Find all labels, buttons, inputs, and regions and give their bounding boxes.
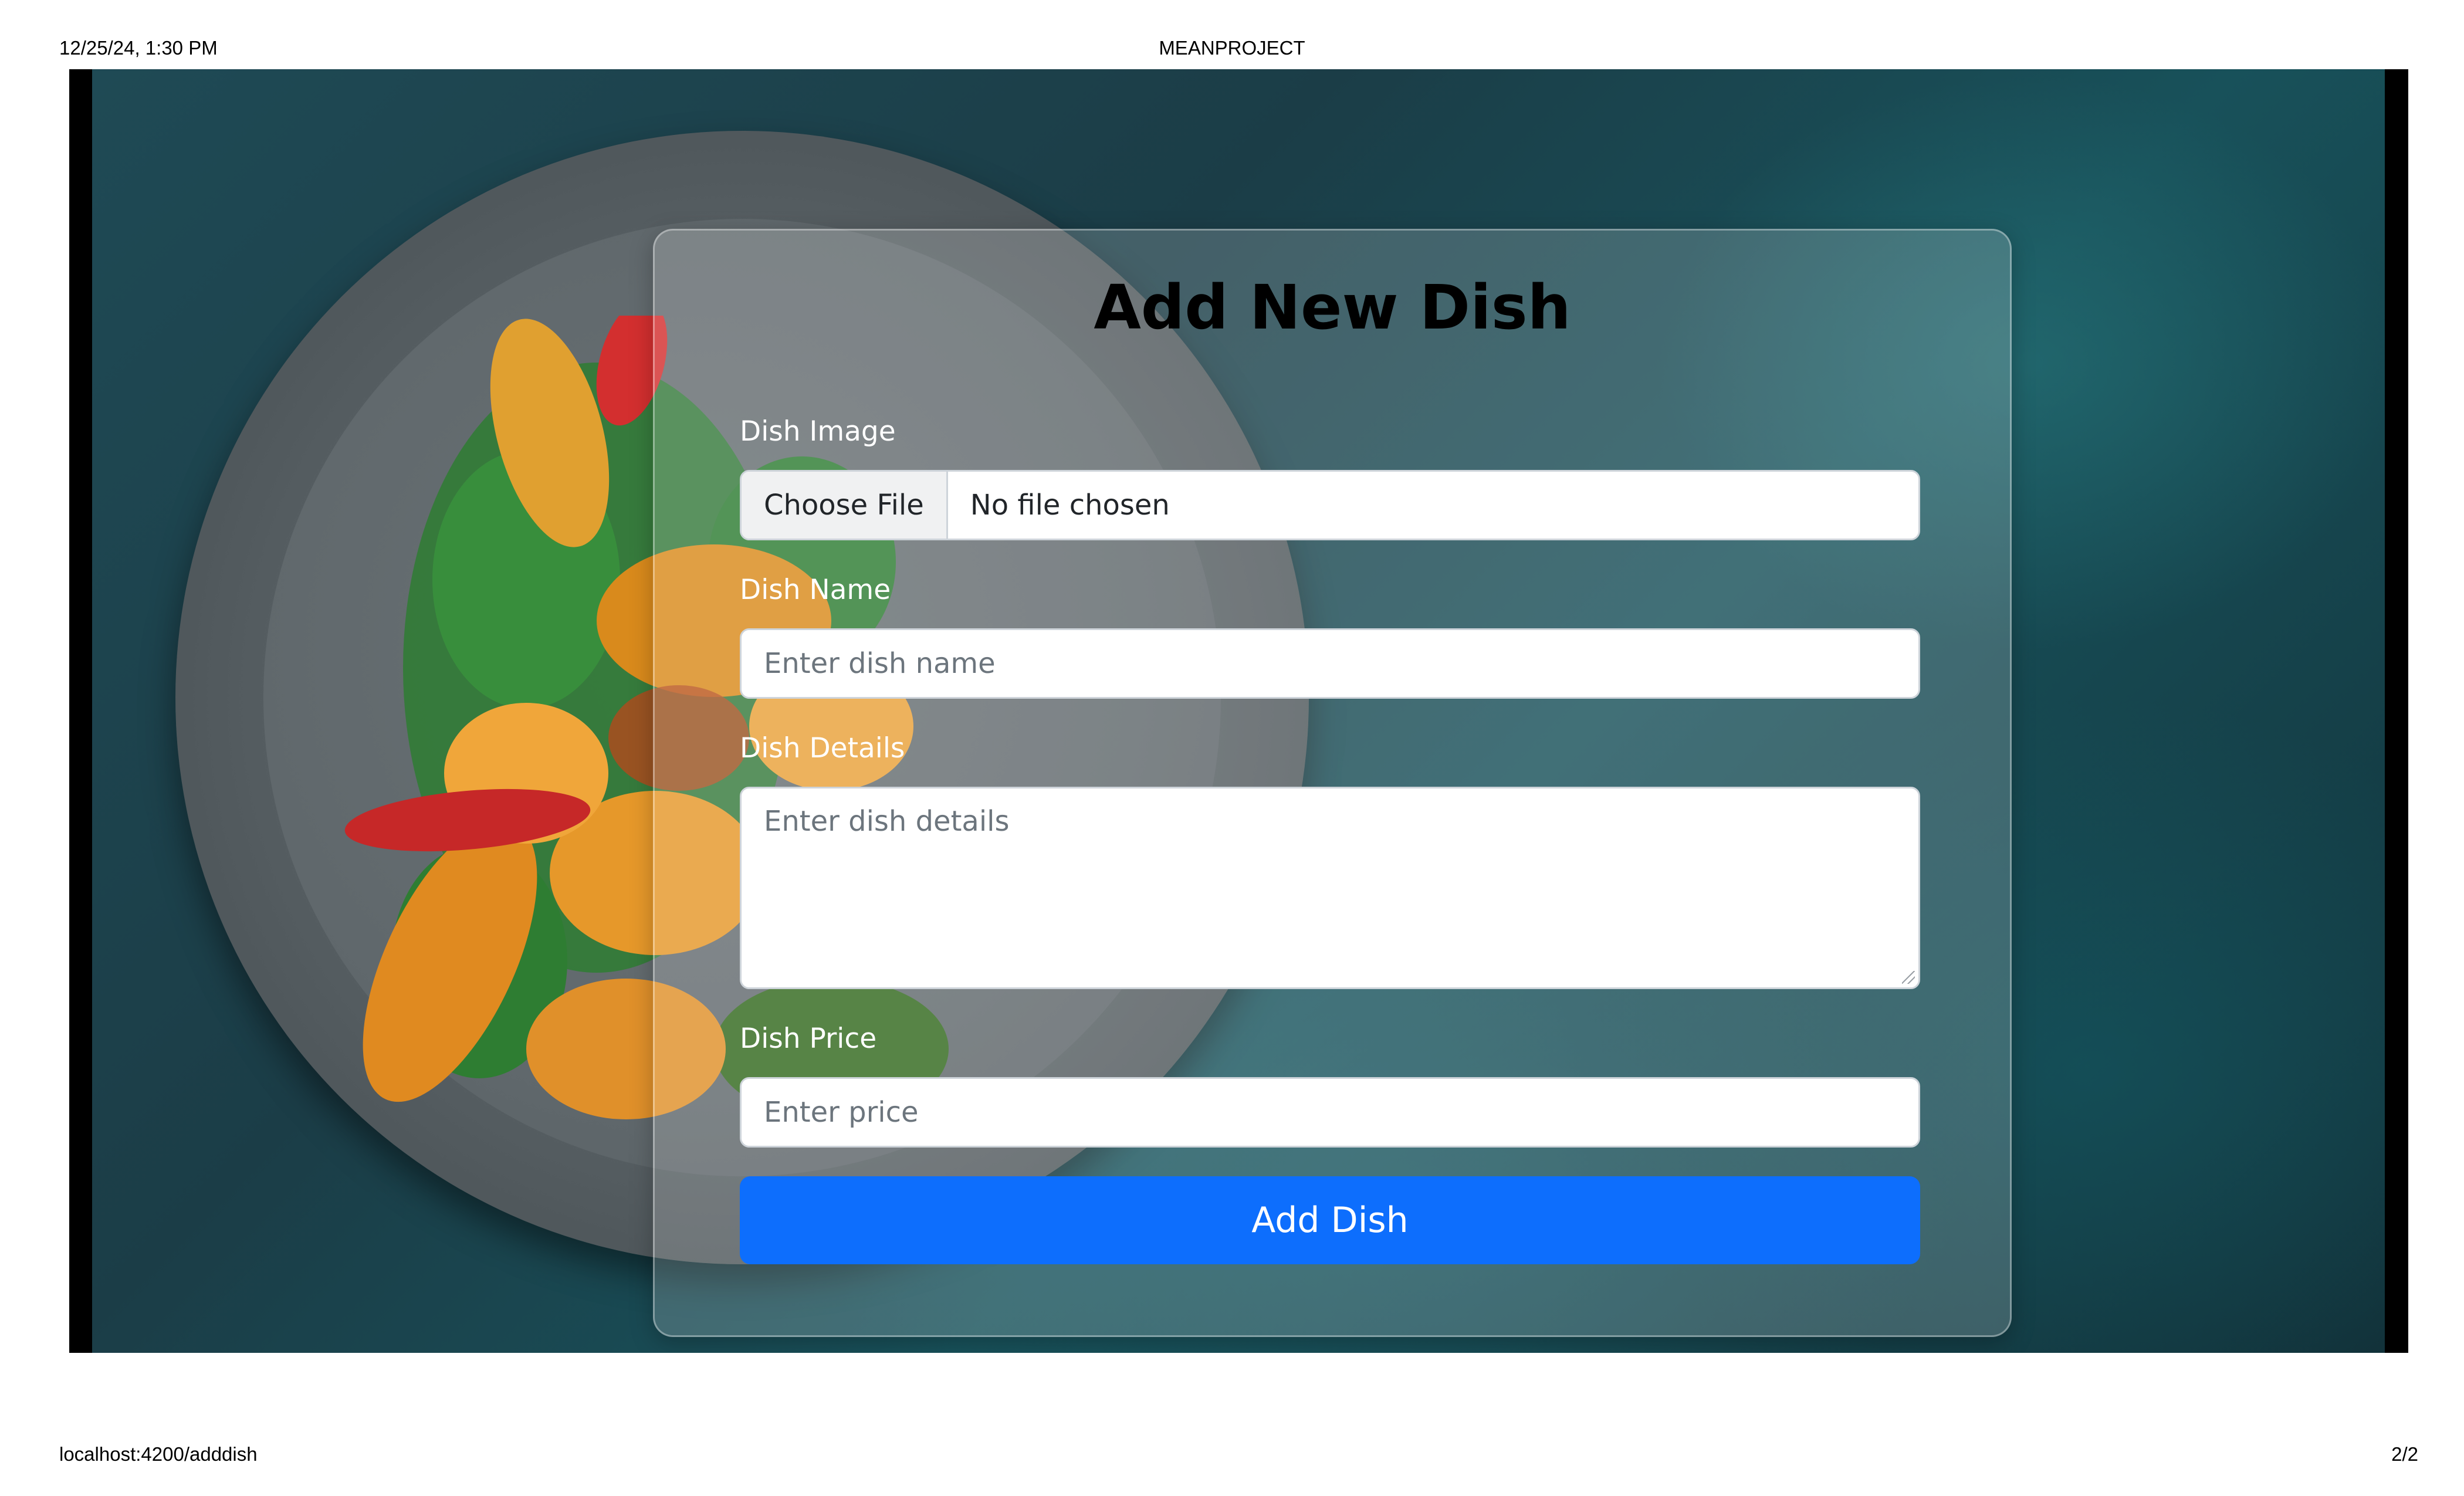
dish-image-label: Dish Image <box>740 415 896 448</box>
print-page-title: MEANPROJECT <box>1159 37 1305 59</box>
dish-name-label: Dish Name <box>740 574 891 606</box>
app-viewport: Add New Dish Dish Image Choose File No f… <box>92 69 2385 1353</box>
dish-name-placeholder: Enter dish name <box>764 647 996 680</box>
add-dish-button[interactable]: Add Dish <box>740 1176 1920 1264</box>
dish-details-textarea[interactable]: Enter dish details <box>740 787 1920 989</box>
dish-price-label: Dish Price <box>740 1023 877 1055</box>
print-page-number: 2/2 <box>2391 1443 2418 1465</box>
dish-details-label: Dish Details <box>740 732 905 764</box>
file-status-text: No file chosen <box>970 489 1170 522</box>
dish-price-input[interactable]: Enter price <box>740 1077 1920 1148</box>
choose-file-button[interactable]: Choose File <box>742 472 948 539</box>
add-dish-form-card: Add New Dish Dish Image Choose File No f… <box>653 229 2012 1337</box>
form-title: Add New Dish <box>1094 272 1571 343</box>
print-page: 12/25/24, 1:30 PM MEANPROJECT Add New Di… <box>0 0 2464 1496</box>
dish-details-placeholder: Enter dish details <box>764 805 1010 838</box>
dish-image-file-input[interactable]: Choose File No file chosen <box>740 470 1920 540</box>
dish-name-input[interactable]: Enter dish name <box>740 628 1920 699</box>
resize-handle-icon[interactable] <box>1902 971 1915 984</box>
print-url: localhost:4200/adddish <box>59 1443 258 1465</box>
dish-price-placeholder: Enter price <box>764 1096 919 1129</box>
